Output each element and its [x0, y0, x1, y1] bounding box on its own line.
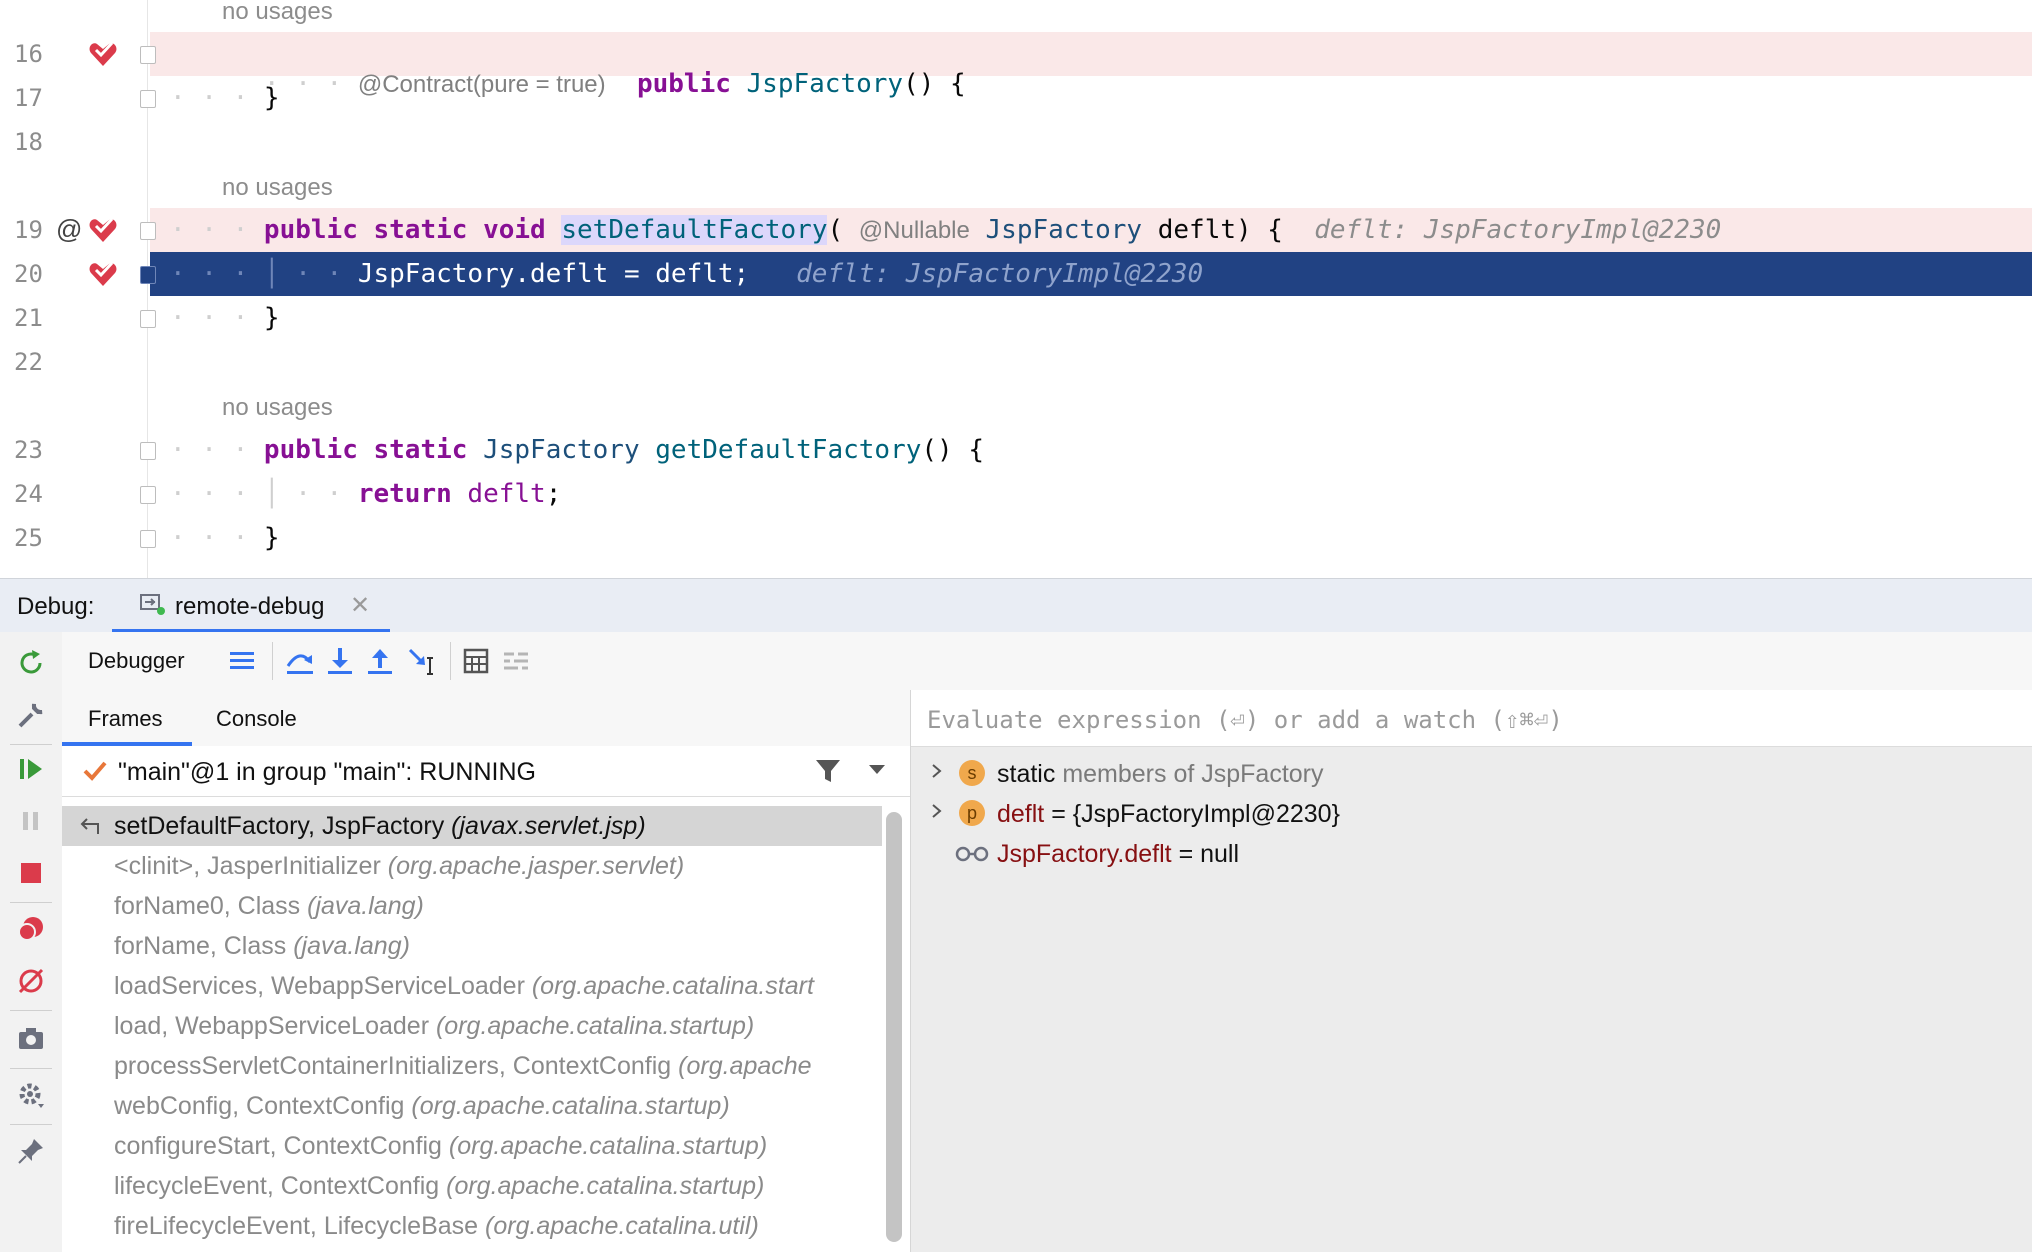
variable-row[interactable]: p deflt = {JspFactoryImpl@2230} [911, 794, 2032, 834]
pause-icon[interactable] [16, 806, 46, 836]
line-number: 23 [14, 436, 43, 464]
pin-icon[interactable] [16, 1136, 46, 1166]
line-number: 19 [14, 216, 43, 244]
line-number: 20 [14, 260, 43, 288]
code-line-21[interactable]: 21 · · · } [0, 296, 2032, 340]
usage-hint[interactable]: no usages [222, 0, 333, 26]
stack-frame[interactable]: configureStart, ContextConfig (org.apach… [62, 1126, 882, 1166]
stack-frame[interactable]: lifecycleEvent, ContextConfig (org.apach… [62, 1166, 882, 1206]
stack-frame[interactable]: <clinit>, JasperInitializer (org.apache.… [62, 846, 882, 886]
variable-row[interactable]: s static members of JspFactory [911, 754, 2032, 794]
inline-value-hint: deflt: JspFactoryImpl@2230 [796, 259, 1204, 289]
line-number: 24 [14, 480, 43, 508]
filter-icon[interactable] [814, 758, 842, 784]
frames-scrollbar[interactable] [886, 812, 902, 1242]
code-line-17[interactable]: 17 · · · } [0, 76, 2032, 120]
variables-panel: Evaluate expression (⏎) or add a watch (… [911, 690, 2032, 1252]
debug-side-toolbar [0, 632, 63, 1252]
checkmark-icon [83, 761, 107, 781]
debugger-toolbar: Debugger [62, 632, 2032, 691]
line-number: 17 [14, 84, 43, 112]
fold-icon[interactable] [140, 530, 156, 548]
stack-frame[interactable]: forName0, Class (java.lang) [62, 886, 882, 926]
code-line-25[interactable]: 25 · · · } [0, 516, 2032, 560]
debugger-tab[interactable]: Debugger [88, 648, 185, 674]
code-line-20-current[interactable]: 20 · · · │ · · JspFactory.deflt = deflt;… [0, 252, 2032, 296]
stack-frame[interactable]: load, WebappServiceLoader (org.apache.ca… [62, 1006, 882, 1046]
stack-frame[interactable]: setDefaultFactory, JspFactory (javax.ser… [62, 806, 882, 846]
parameter-badge-icon: p [959, 800, 985, 826]
static-badge-icon: s [959, 760, 985, 786]
resume-icon[interactable] [16, 754, 46, 784]
debug-label: Debug: [17, 593, 95, 620]
fold-icon[interactable] [140, 486, 156, 504]
stack-frame[interactable]: fireLifecycleEvent, LifecycleBase (org.a… [62, 1206, 882, 1246]
run-to-cursor-icon[interactable] [406, 646, 438, 676]
breakpoint-icon[interactable] [88, 216, 118, 244]
code-line-16[interactable]: 16 · · · @Contract(pure = true) public J… [0, 32, 2032, 99]
chevron-right-icon[interactable] [929, 764, 943, 778]
return-icon [80, 818, 99, 834]
close-icon[interactable]: ✕ [350, 591, 370, 620]
code-line-22[interactable]: 22 [0, 340, 2032, 384]
code-line-19[interactable]: 19 @ · · · public static void setDefault… [0, 208, 2032, 252]
inline-value-hint: deflt: JspFactoryImpl@2230 [1314, 215, 1722, 245]
chevron-down-icon[interactable] [868, 764, 886, 776]
code-editor[interactable]: no usages 16 · · · @Contract(pure = true… [0, 0, 2032, 578]
stack-frame[interactable]: loadServices, WebappServiceLoader (org.a… [62, 966, 882, 1006]
thread-selector[interactable]: "main"@1 in group "main": RUNNING [62, 746, 910, 797]
line-number: 21 [14, 304, 43, 332]
line-number: 25 [14, 524, 43, 552]
stack-frame[interactable]: webConfig, ContextConfig (org.apache.cat… [62, 1086, 882, 1126]
breakpoint-icon[interactable] [88, 260, 118, 288]
tab-console[interactable]: Console [216, 706, 297, 732]
line-number: 22 [14, 348, 43, 376]
settings-gear-icon[interactable] [16, 1080, 46, 1110]
evaluate-expression-icon[interactable] [460, 646, 492, 676]
override-marker-icon[interactable]: @ [56, 214, 82, 245]
step-out-icon[interactable] [364, 646, 396, 676]
debug-tool-window-header: Debug: remote-debug ✕ [0, 578, 2032, 633]
trace-icon[interactable] [500, 646, 532, 676]
chevron-right-icon[interactable] [929, 804, 943, 818]
usage-hint[interactable]: no usages [222, 174, 333, 202]
code-line-23[interactable]: 23 · · · public static JspFactory getDef… [0, 428, 2032, 472]
evaluate-expression-input[interactable]: Evaluate expression (⏎) or add a watch (… [911, 690, 2032, 747]
fold-icon[interactable] [140, 442, 156, 460]
mute-breakpoints-icon[interactable] [16, 966, 46, 996]
remote-debug-icon [140, 594, 165, 615]
step-over-icon[interactable] [284, 646, 316, 676]
code-line-18[interactable]: 18 [0, 120, 2032, 164]
fold-icon[interactable] [140, 222, 156, 240]
fold-icon[interactable] [140, 90, 156, 108]
watch-row[interactable]: JspFactory.deflt = null [911, 834, 2032, 874]
thread-label: "main"@1 in group "main": RUNNING [118, 758, 536, 786]
show-execution-point-icon[interactable] [226, 646, 258, 676]
evaluate-placeholder: Evaluate expression (⏎) or add a watch (… [927, 706, 1563, 734]
wrench-icon[interactable] [16, 700, 46, 730]
tab-frames[interactable]: Frames [88, 706, 163, 732]
watch-glasses-icon [955, 846, 989, 862]
camera-icon[interactable] [16, 1024, 46, 1054]
fold-icon[interactable] [140, 310, 156, 328]
tab-label: remote-debug [175, 593, 325, 620]
breakpoint-icon[interactable] [88, 40, 118, 68]
tab-remote-debug[interactable]: remote-debug ✕ [112, 579, 390, 633]
line-number: 18 [14, 128, 43, 156]
fold-icon[interactable] [140, 46, 156, 64]
stop-icon[interactable] [16, 858, 46, 888]
rerun-icon[interactable] [16, 648, 46, 678]
debugger-subtabs: Frames Console [62, 690, 910, 747]
line-number: 16 [14, 40, 43, 68]
code-line-24[interactable]: 24 · · · │ · · return deflt; [0, 472, 2032, 516]
view-breakpoints-icon[interactable] [16, 914, 46, 944]
stack-frame[interactable]: forName, Class (java.lang) [62, 926, 882, 966]
frames-panel: Frames Console "main"@1 in group "main":… [62, 690, 911, 1252]
stack-frame[interactable]: processServletContainerInitializers, Con… [62, 1046, 882, 1086]
step-into-icon[interactable] [324, 646, 356, 676]
usage-hint[interactable]: no usages [222, 394, 333, 422]
fold-icon[interactable] [140, 266, 156, 284]
